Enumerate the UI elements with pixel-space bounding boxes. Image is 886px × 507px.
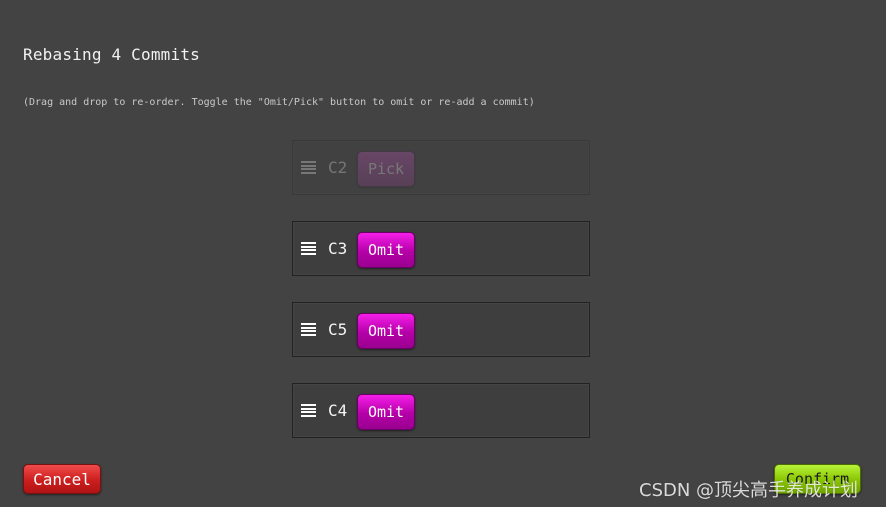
commit-id: C4	[328, 401, 348, 420]
drag-handle-icon[interactable]	[301, 404, 316, 417]
drag-handle-icon[interactable]	[301, 323, 316, 336]
commit-row-c2[interactable]: C2 Pick	[292, 140, 590, 195]
pick-button[interactable]: Pick	[357, 151, 415, 187]
omit-button[interactable]: Omit	[357, 232, 415, 268]
commit-id: C3	[328, 239, 348, 258]
watermark-text: CSDN @顶尖高手养成计划	[639, 480, 859, 501]
omit-button[interactable]: Omit	[357, 394, 415, 430]
commit-id: C5	[328, 320, 348, 339]
dialog-title: Rebasing 4 Commits	[23, 45, 200, 64]
drag-handle-icon[interactable]	[301, 161, 316, 174]
commit-id: C2	[328, 158, 348, 177]
dialog-hint: (Drag and drop to re-order. Toggle the "…	[23, 97, 535, 108]
commit-row-c4[interactable]: C4 Omit	[292, 383, 590, 438]
commit-row-c5[interactable]: C5 Omit	[292, 302, 590, 357]
commit-row-c3[interactable]: C3 Omit	[292, 221, 590, 276]
cancel-button[interactable]: Cancel	[23, 464, 101, 494]
drag-handle-icon[interactable]	[301, 242, 316, 255]
omit-button[interactable]: Omit	[357, 313, 415, 349]
